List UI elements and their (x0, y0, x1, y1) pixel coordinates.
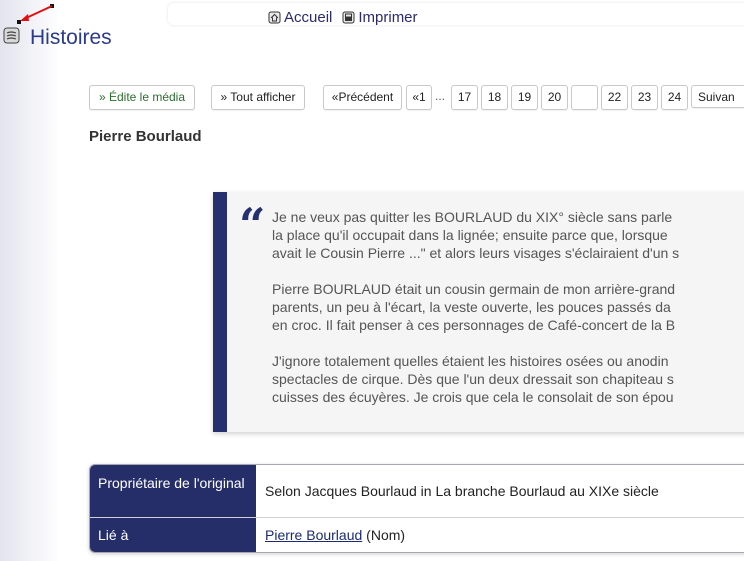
home-label: Accueil (284, 9, 333, 26)
home-link[interactable]: Accueil (268, 9, 332, 26)
owner-label: Propriétaire de l'original (90, 465, 257, 517)
print-label: Imprimer (358, 9, 418, 26)
page-button[interactable]: 24 (661, 85, 688, 110)
linked-suffix: (Nom) (362, 527, 406, 543)
first-page-button[interactable]: «1 (406, 85, 432, 110)
previous-button[interactable]: «Précédent (323, 85, 402, 110)
linked-label: Lié à (90, 518, 257, 552)
top-bar (168, 3, 744, 25)
quote-text: Je ne veux pas quitter les BOURLAUD du X… (272, 208, 744, 424)
quote-paragraph: Je ne veux pas quitter les BOURLAUD du X… (272, 208, 744, 262)
page-button[interactable]: 19 (511, 85, 538, 110)
media-info-table: Propriétaire de l'original Selon Jacques… (89, 464, 744, 553)
current-page-button[interactable] (571, 85, 598, 110)
page-button[interactable]: 18 (481, 85, 508, 110)
edit-media-button[interactable]: » Édite le média (89, 85, 195, 110)
quote-line: spectacles de cirque. Dès que l'un deux … (272, 371, 674, 387)
show-all-button[interactable]: » Tout afficher (211, 85, 305, 110)
top-nav: Accueil Imprimer (268, 9, 418, 26)
pager-ellipsis: ... (435, 89, 446, 103)
stories-icon (3, 27, 21, 50)
print-link[interactable]: Imprimer (342, 9, 418, 26)
page-button[interactable]: 22 (601, 85, 628, 110)
table-row: Propriétaire de l'original Selon Jacques… (90, 465, 744, 518)
quote-line: cuisses des écuyères. Je crois que cela … (272, 389, 674, 405)
next-button[interactable]: Suivan (691, 85, 744, 108)
quote-line: J'ignore totalement quelles étaient les … (272, 353, 669, 369)
quote-line: Je ne veux pas quitter les BOURLAUD du X… (272, 209, 673, 225)
linked-person-link[interactable]: Pierre Bourlaud (265, 527, 362, 543)
quote-line: parents, un peu à l'écart, la veste ouve… (272, 299, 671, 315)
quote-line: avait le Cousin Pierre ..." et alors leu… (272, 245, 680, 261)
media-title: Pierre Bourlaud (89, 128, 202, 145)
quote-line: Pierre BOURLAUD était un cousin germain … (272, 281, 676, 297)
quote-paragraph: Pierre BOURLAUD était un cousin germain … (272, 280, 744, 334)
quote-paragraph: J'ignore totalement quelles étaient les … (272, 352, 744, 406)
page-button[interactable]: 23 (631, 85, 658, 110)
table-row: Lié à Pierre Bourlaud (Nom) (90, 518, 744, 552)
section-title: Histoires (30, 26, 112, 49)
page-button[interactable]: 20 (541, 85, 568, 110)
home-icon (268, 11, 281, 24)
linked-value: Pierre Bourlaud (Nom) (257, 518, 744, 552)
quote-mark: “ (239, 198, 266, 252)
left-shade (0, 0, 60, 561)
quote-line: la place qu'il occupait dans la lignée; … (272, 227, 668, 243)
printer-icon (342, 11, 355, 24)
page-button[interactable]: 17 (451, 85, 478, 110)
quote-line: en croc. Il fait penser à ces personnage… (272, 317, 676, 333)
owner-value: Selon Jacques Bourlaud in La branche Bou… (265, 483, 659, 499)
